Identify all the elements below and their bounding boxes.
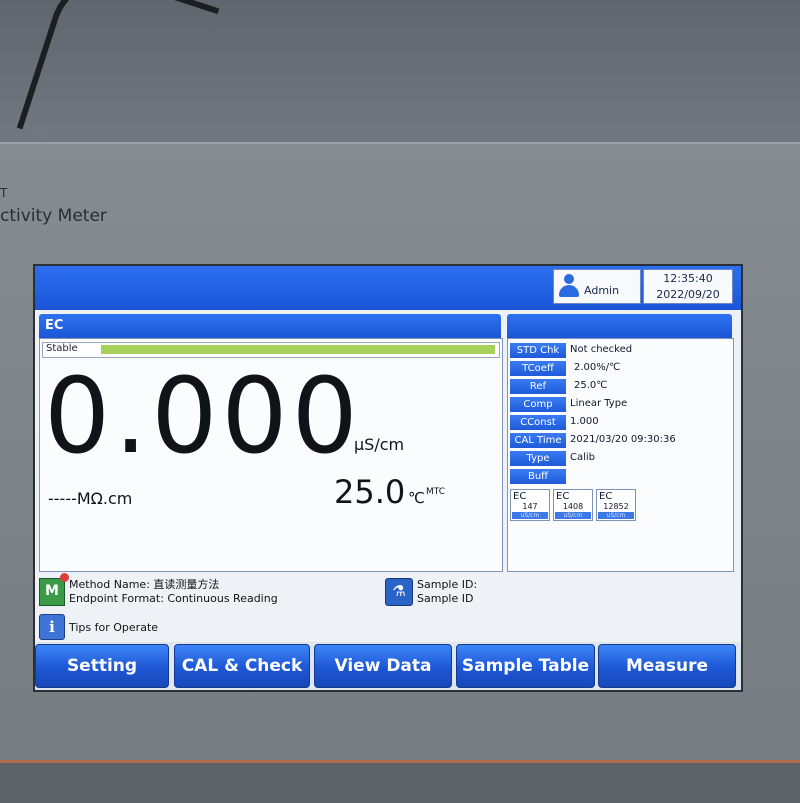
info-panel: STD Chk Not checked TCoeff 2.00%/℃ Ref 2… — [507, 338, 734, 572]
info-key: Ref — [510, 379, 566, 394]
info-key: TCoeff — [510, 361, 566, 376]
measurement-panel: Stable 0.000 µS/cm -----MΩ.cm 25.0 ℃ MTC — [39, 338, 503, 572]
user-icon — [558, 274, 580, 298]
touch-screen: Admin 12:35:40 2022/09/20 EC Stable 0.00… — [33, 264, 743, 692]
device-model-fragment: ctivity Meter — [0, 206, 107, 226]
info-key: STD Chk — [510, 343, 566, 358]
info-value: 2.00%/℃ — [574, 362, 621, 373]
sample-table-button[interactable]: Sample Table — [456, 644, 595, 688]
buffer-unit: uS/cm — [555, 512, 591, 519]
buffer-label: EC — [513, 491, 527, 502]
sample-id-icon[interactable]: ⚗ — [385, 578, 413, 606]
buffer-chip: EC 147 uS/cm — [510, 489, 550, 521]
info-key: CAL Time — [510, 433, 566, 448]
info-row-cal-time: CAL Time 2021/03/20 09:30:36 — [510, 433, 731, 449]
sample-info: Sample ID: Sample ID — [417, 578, 477, 606]
cal-check-button[interactable]: CAL & Check — [174, 644, 310, 688]
buffer-value: 1408 — [562, 502, 584, 511]
clock-date: 2022/09/20 — [656, 288, 720, 301]
buffer-value: 12852 — [603, 502, 629, 511]
method-name: Method Name: 直读测量方法 — [69, 578, 220, 591]
info-value: 2021/03/20 09:30:36 — [570, 434, 676, 445]
user-button[interactable]: Admin — [553, 269, 641, 304]
info-value: Linear Type — [570, 398, 628, 409]
temperature-value: 25.0 — [334, 473, 406, 511]
clock-time: 12:35:40 — [663, 272, 713, 285]
info-row-tcoeff: TCoeff 2.00%/℃ — [510, 361, 731, 377]
info-icon[interactable]: i — [39, 614, 65, 640]
resistivity-readout: -----MΩ.cm — [48, 489, 132, 508]
info-key: Buff — [510, 469, 566, 484]
measure-button[interactable]: Measure — [598, 644, 736, 688]
buffer-chip: EC 12852 uS/cm — [596, 489, 636, 521]
device-bezel-bottom — [0, 760, 800, 803]
info-value: Not checked — [570, 344, 633, 355]
buffer-label: EC — [599, 491, 613, 502]
resistivity-value: ----- — [48, 489, 77, 508]
setting-button[interactable]: Setting — [35, 644, 169, 688]
buffer-chip: EC 1408 uS/cm — [553, 489, 593, 521]
top-bar: Admin 12:35:40 2022/09/20 — [35, 266, 741, 310]
info-panel-header — [507, 314, 732, 338]
sample-id-label: Sample ID: — [417, 578, 478, 591]
bottom-button-bar: Setting CAL & Check View Data Sample Tab… — [35, 642, 741, 690]
info-key: CConst — [510, 415, 566, 430]
temperature-mode: MTC — [426, 487, 446, 497]
conductivity-unit: µS/cm — [354, 435, 405, 454]
info-key: Type — [510, 451, 566, 466]
buffer-value: 147 — [522, 502, 538, 511]
info-row-comp: Comp Linear Type — [510, 397, 731, 413]
temperature-unit: ℃ — [408, 489, 425, 507]
alert-dot-icon — [60, 573, 69, 582]
info-row-ref: Ref 25.0℃ — [510, 379, 731, 395]
method-icon[interactable]: M — [39, 578, 65, 606]
method-info: Method Name: 直读测量方法 Endpoint Format: Con… — [69, 578, 278, 606]
measurement-mode-title: EC — [45, 318, 64, 333]
measurement-panel-header: EC — [39, 314, 501, 338]
tips-text: Tips for Operate — [69, 621, 159, 634]
buffer-unit: uS/cm — [598, 512, 634, 519]
clock: 12:35:40 2022/09/20 — [643, 269, 733, 304]
view-data-button[interactable]: View Data — [314, 644, 452, 688]
conductivity-reading: 0.000 — [44, 355, 362, 477]
device-brand-fragment: T — [0, 186, 8, 200]
info-row-type: Type Calib — [510, 451, 731, 467]
stability-label: Stable — [46, 343, 78, 354]
resistivity-unit: MΩ.cm — [76, 489, 133, 508]
info-value: Calib — [570, 452, 596, 463]
info-row-cconst: CConst 1.000 — [510, 415, 731, 431]
info-row-std-chk: STD Chk Not checked — [510, 343, 731, 359]
endpoint-format: Endpoint Format: Continuous Reading — [69, 592, 278, 605]
info-key: Comp — [510, 397, 566, 412]
sample-id-value: Sample ID — [417, 592, 474, 605]
info-row-buff: Buff — [510, 469, 731, 485]
stability-fill — [101, 345, 495, 354]
buffer-unit: uS/cm — [512, 512, 548, 519]
buffer-label: EC — [556, 491, 570, 502]
info-value: 25.0℃ — [574, 380, 608, 391]
info-value: 1.000 — [570, 416, 599, 427]
user-name: Admin — [584, 284, 620, 297]
